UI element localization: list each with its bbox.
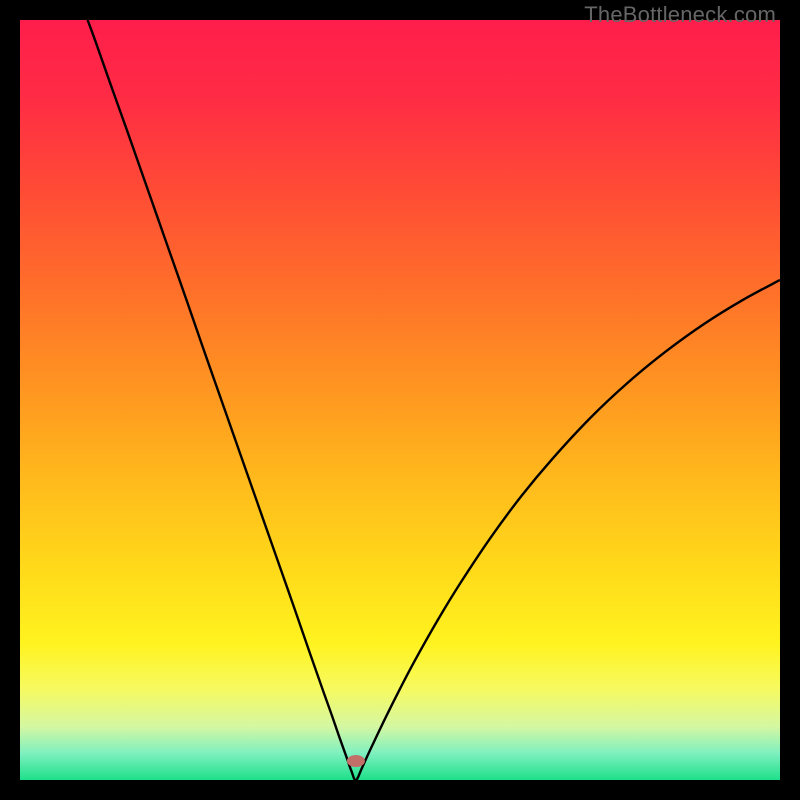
bottleneck-chart: [20, 20, 780, 780]
gradient-background: [20, 20, 780, 780]
optimal-point-marker: [347, 755, 365, 767]
watermark-text: TheBottleneck.com: [584, 2, 776, 28]
chart-container: [20, 20, 780, 780]
